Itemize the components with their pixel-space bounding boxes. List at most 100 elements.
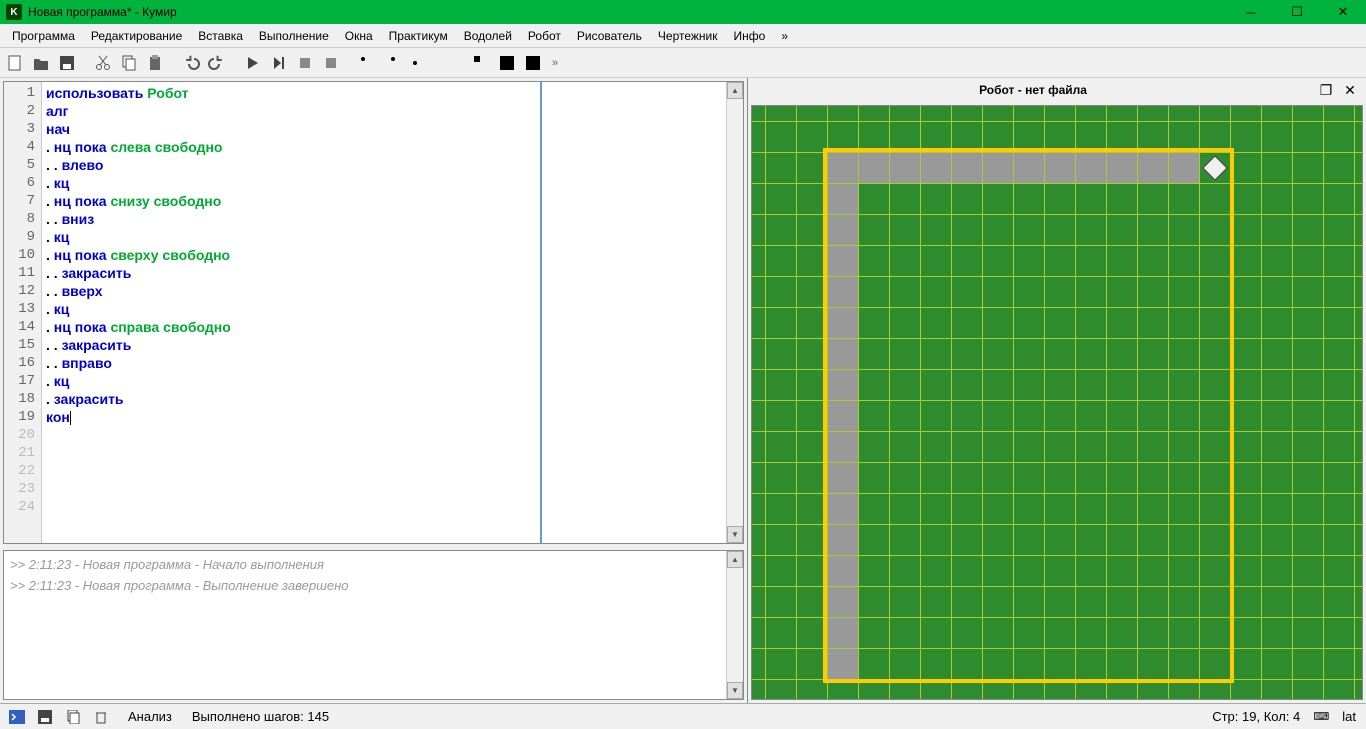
new-icon[interactable] <box>4 52 26 74</box>
copy-icon[interactable] <box>62 707 84 727</box>
code-token: справа свободно <box>110 319 230 335</box>
code-line[interactable]: . кц <box>46 228 536 246</box>
editor-scrollbar[interactable]: ▲ ▼ <box>726 82 743 543</box>
code-line[interactable]: . закрасить <box>46 390 536 408</box>
code-token: . <box>46 193 54 209</box>
painted-cell <box>952 153 982 183</box>
robot-header: Робот - нет файла ❐ ✕ <box>748 78 1366 102</box>
save-icon[interactable] <box>34 707 56 727</box>
grid-fill-icon[interactable] <box>470 52 492 74</box>
menu-»[interactable]: » <box>773 26 796 46</box>
code-line[interactable]: . . закрасить <box>46 336 536 354</box>
code-token: . <box>46 229 54 245</box>
scroll-up-icon[interactable]: ▲ <box>727 551 743 568</box>
menu-Практикум[interactable]: Практикум <box>381 26 456 46</box>
code-editor[interactable]: 123456789101112131415161718192021222324 … <box>3 81 744 544</box>
save-icon[interactable] <box>56 52 78 74</box>
node-icon[interactable] <box>382 52 404 74</box>
status-bar: Анализ Выполнено шагов: 145 Стр: 19, Кол… <box>0 703 1366 729</box>
scroll-up-icon[interactable]: ▲ <box>727 82 743 99</box>
redo-icon[interactable] <box>206 52 228 74</box>
line-number: 6 <box>4 174 41 192</box>
robot-marker[interactable] <box>1202 155 1227 180</box>
code-line[interactable]: . . вверх <box>46 282 536 300</box>
run-icon[interactable] <box>242 52 264 74</box>
delete-icon[interactable] <box>90 707 112 727</box>
code-line[interactable]: алг <box>46 102 536 120</box>
menu-Программа[interactable]: Программа <box>4 26 83 46</box>
painted-cell <box>859 153 889 183</box>
painted-cell <box>828 587 858 617</box>
code-line[interactable]: нач <box>46 120 536 138</box>
cut-icon[interactable] <box>92 52 114 74</box>
code-line[interactable]: . . влево <box>46 156 536 174</box>
code-token: . <box>46 139 54 155</box>
code-token: вниз <box>62 211 95 227</box>
line-number: 12 <box>4 282 41 300</box>
stop1-icon[interactable] <box>294 52 316 74</box>
code-line[interactable]: . . закрасить <box>46 264 536 282</box>
menu-Чертежник[interactable]: Чертежник <box>650 26 726 46</box>
code-line[interactable]: . кц <box>46 174 536 192</box>
code-line[interactable]: . нц пока снизу свободно <box>46 192 536 210</box>
menu-Вставка[interactable]: Вставка <box>190 26 251 46</box>
maximize-button[interactable]: ☐ <box>1274 0 1320 24</box>
menu-Робот[interactable]: Робот <box>520 26 569 46</box>
menu-Редактирование[interactable]: Редактирование <box>83 26 190 46</box>
scroll-down-icon[interactable]: ▼ <box>727 682 743 699</box>
menu-Инфо[interactable]: Инфо <box>726 26 774 46</box>
code-main-column[interactable]: использовать Роботалгнач. нц пока слева … <box>42 82 542 543</box>
code-line[interactable]: . кц <box>46 372 536 390</box>
minimize-button[interactable]: ─ <box>1228 0 1274 24</box>
arena-icon[interactable] <box>496 52 518 74</box>
code-line[interactable] <box>46 480 536 498</box>
code-area[interactable]: использовать Роботалгнач. нц пока слева … <box>42 82 726 543</box>
stop2-icon[interactable] <box>320 52 342 74</box>
console-scrollbar[interactable]: ▲ ▼ <box>726 551 743 699</box>
code-line[interactable]: . кц <box>46 300 536 318</box>
open-icon[interactable] <box>30 52 52 74</box>
close-button[interactable]: ✕ <box>1320 0 1366 24</box>
painted-cell <box>828 308 858 338</box>
scroll-down-icon[interactable]: ▼ <box>727 526 743 543</box>
menu-Водолей[interactable]: Водолей <box>456 26 520 46</box>
code-line[interactable]: использовать Робот <box>46 84 536 102</box>
toolbar: » <box>0 48 1366 78</box>
group-icon[interactable] <box>356 52 378 74</box>
code-line[interactable]: . нц пока справа свободно <box>46 318 536 336</box>
menu-Выполнение[interactable]: Выполнение <box>251 26 337 46</box>
menu-Окна[interactable]: Окна <box>337 26 381 46</box>
analysis-label[interactable]: Анализ <box>118 709 182 724</box>
robot-add-icon[interactable] <box>522 52 544 74</box>
menu-Рисователь[interactable]: Рисователь <box>569 26 650 46</box>
step-icon[interactable] <box>268 52 290 74</box>
robot-restore-button[interactable]: ❐ <box>1316 81 1336 99</box>
code-line[interactable] <box>46 426 536 444</box>
line-number: 8 <box>4 210 41 228</box>
terminal-icon[interactable] <box>6 707 28 727</box>
lang-indicator[interactable]: lat <box>1338 709 1360 724</box>
code-line[interactable]: . нц пока слева свободно <box>46 138 536 156</box>
output-console[interactable]: >> 2:11:23 - Новая программа - Начало вы… <box>3 550 744 700</box>
code-line[interactable] <box>46 444 536 462</box>
painted-cell <box>828 432 858 462</box>
paste-icon[interactable] <box>144 52 166 74</box>
robot-close-button[interactable]: ✕ <box>1340 81 1360 99</box>
code-line[interactable]: . . вправо <box>46 354 536 372</box>
code-line[interactable]: кон <box>46 408 536 426</box>
robot-canvas[interactable] <box>751 105 1363 700</box>
main-content: 123456789101112131415161718192021222324 … <box>0 78 1366 703</box>
code-line[interactable] <box>46 498 536 516</box>
copy-icon[interactable] <box>118 52 140 74</box>
grid-outline-icon[interactable] <box>444 52 466 74</box>
painted-cell <box>828 277 858 307</box>
keyboard-icon[interactable]: ⌨ <box>1310 707 1332 727</box>
toolbar-overflow[interactable]: » <box>552 57 558 69</box>
joint-icon[interactable] <box>408 52 430 74</box>
line-number: 11 <box>4 264 41 282</box>
code-line[interactable] <box>46 462 536 480</box>
wall <box>1230 152 1234 679</box>
code-line[interactable]: . . вниз <box>46 210 536 228</box>
undo-icon[interactable] <box>180 52 202 74</box>
code-line[interactable]: . нц пока сверху свободно <box>46 246 536 264</box>
